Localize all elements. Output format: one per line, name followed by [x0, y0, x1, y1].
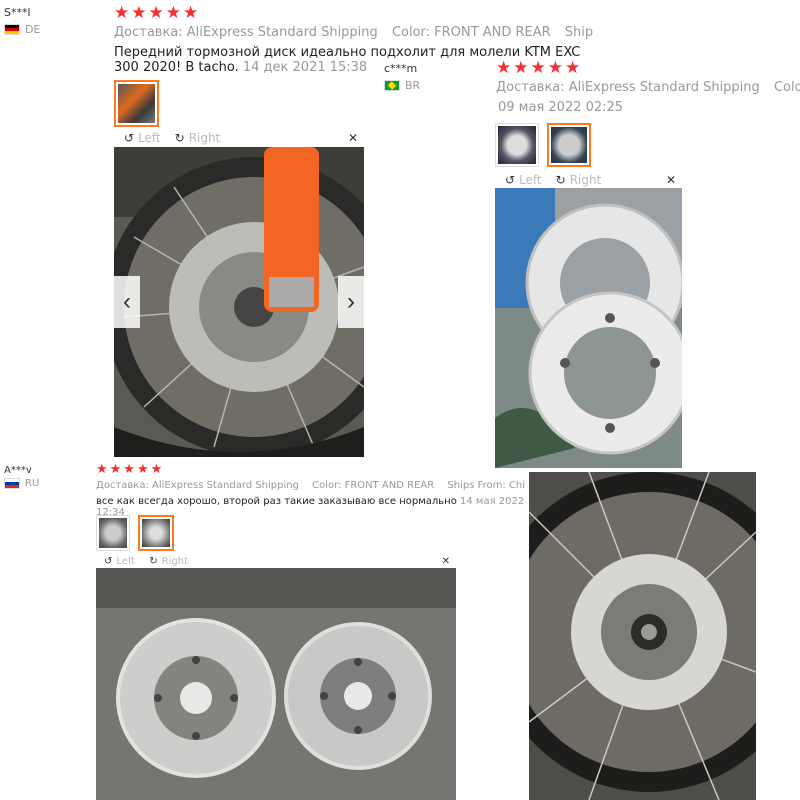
- rotate-right-label: Right: [188, 131, 221, 145]
- review-thumbnail[interactable]: [547, 123, 591, 167]
- rotate-left-button[interactable]: ↺ Left: [505, 173, 542, 187]
- review-thumbnail[interactable]: [495, 123, 539, 167]
- ships-from-info: Ships From: Chir: [564, 25, 594, 40]
- review-photo: ‹ ›: [114, 147, 364, 457]
- image-viewer-toolbar: ↺ Left ↻ Right ✕: [96, 555, 456, 568]
- rotate-right-icon: ↻: [149, 556, 158, 567]
- close-viewer-button[interactable]: ✕: [666, 173, 676, 187]
- rotate-right-label: Right: [569, 173, 602, 187]
- rotate-right-button[interactable]: ↻ Right: [149, 556, 188, 567]
- review-photo: [96, 568, 456, 800]
- star-rating: ★★★★★: [96, 461, 165, 476]
- packaged-brake-discs-image: [96, 568, 456, 800]
- review-meta: Доставка: AliExpress Standard Shipping C…: [114, 25, 594, 40]
- review-photo: [495, 188, 682, 468]
- color-info: Color: FRONT AND REAR: [312, 480, 435, 491]
- rotate-right-icon: ↻: [174, 131, 185, 145]
- review-thumbnail[interactable]: [138, 515, 174, 551]
- rotate-left-label: Left: [519, 173, 542, 187]
- rotate-right-button[interactable]: ↻ Right: [556, 173, 602, 187]
- review-date: 14 дек 2021 15:38: [242, 60, 368, 75]
- brazil-flag-icon: [384, 80, 400, 91]
- shipping-info: Доставка: AliExpress Standard Shipping: [114, 25, 378, 40]
- review-body: все как всегда хорошо, второй раз такие …: [96, 496, 457, 507]
- review-thumbnail[interactable]: [114, 80, 159, 127]
- country-code: RU: [25, 478, 40, 489]
- review-meta: Доставка: AliExpress Standard Shipping C…: [496, 80, 800, 95]
- star-rating: ★★★★★: [114, 3, 201, 22]
- image-viewer-toolbar: ↺ Left ↻ Right ✕: [114, 130, 364, 146]
- reviewer-country: DE: [4, 23, 40, 36]
- germany-flag-icon: [4, 24, 20, 35]
- reviewer-name: c***m: [384, 62, 418, 75]
- shipping-info: Доставка: AliExpress Standard Shipping: [496, 80, 760, 95]
- review-thumbnail[interactable]: [96, 515, 130, 551]
- close-viewer-button[interactable]: ✕: [442, 556, 450, 567]
- rotate-right-button[interactable]: ↻ Right: [175, 131, 221, 145]
- review-text: 09 мая 2022 02:25: [498, 100, 623, 115]
- rotate-left-label: Left: [138, 131, 161, 145]
- image-viewer-toolbar: ↺ Left ↻ Right ✕: [495, 172, 682, 188]
- rotate-left-icon: ↺: [505, 173, 516, 187]
- country-code: DE: [25, 23, 41, 36]
- close-viewer-button[interactable]: ✕: [348, 131, 358, 145]
- rotate-right-icon: ↻: [555, 173, 566, 187]
- review-photo: [529, 472, 756, 800]
- country-code: BR: [405, 79, 421, 92]
- previous-image-button[interactable]: ‹: [114, 276, 140, 328]
- front-wheel-brake-disc-image: [114, 147, 364, 457]
- reviewer-name: S***l: [4, 6, 31, 19]
- rotate-left-icon: ↺: [124, 131, 135, 145]
- review-date: 09 мая 2022 02:25: [498, 100, 624, 115]
- rotate-left-button[interactable]: ↺ Left: [124, 131, 161, 145]
- rotate-left-label: Left: [116, 556, 136, 567]
- ships-from-info: Ships From: China: [447, 480, 526, 491]
- color-info: Color: FRON: [773, 80, 800, 95]
- rotate-right-label: Right: [161, 556, 188, 567]
- reviewer-country: BR: [384, 79, 420, 92]
- review-meta: Доставка: AliExpress Standard Shipping C…: [96, 480, 526, 491]
- two-brake-discs-image: [495, 188, 682, 468]
- rotate-left-button[interactable]: ↺ Left: [104, 556, 135, 567]
- star-rating: ★★★★★: [496, 58, 583, 77]
- next-image-button[interactable]: ›: [338, 276, 364, 328]
- reviewer-country: RU: [4, 478, 39, 489]
- shipping-info: Доставка: AliExpress Standard Shipping: [96, 480, 299, 491]
- russia-flag-icon: [4, 478, 20, 489]
- color-info: Color: FRONT AND REAR: [391, 25, 551, 40]
- rotate-left-icon: ↺: [104, 556, 113, 567]
- rear-wheel-brake-disc-image: [529, 472, 756, 800]
- reviewer-name: A***v: [4, 465, 32, 476]
